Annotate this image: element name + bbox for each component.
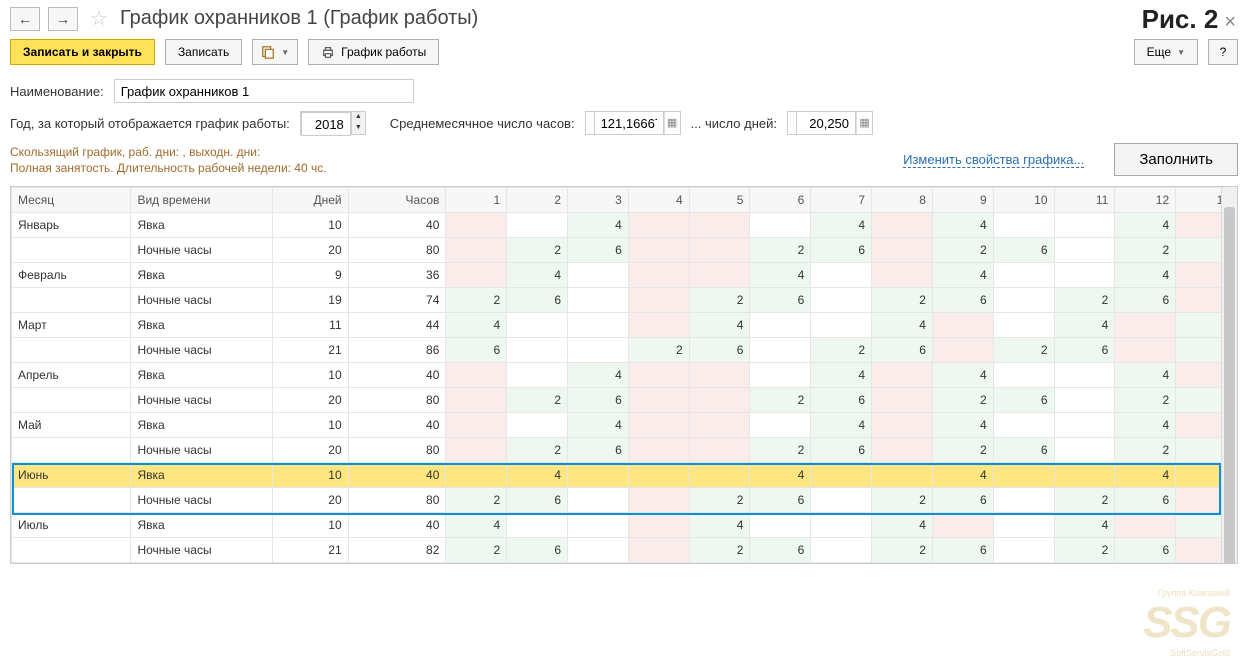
avg-days-input[interactable] (796, 111, 856, 135)
calc-icon[interactable]: ▦ (664, 112, 680, 134)
save-and-close-button[interactable]: Записать и закрыть (10, 39, 155, 65)
figure-label: Рис. 2× (1142, 4, 1236, 35)
year-down[interactable]: ▼ (352, 123, 365, 134)
table-row[interactable]: Ночные часы218662626262 (12, 338, 1237, 363)
schedule-table[interactable]: МесяцВид времениДнейЧасов123456789101112… (11, 187, 1237, 563)
more-button[interactable]: Еще ▼ (1134, 39, 1198, 65)
table-row[interactable]: Ночные часы208026262626 (12, 238, 1237, 263)
year-label: Год, за который отображается график рабо… (10, 116, 290, 131)
table-row[interactable]: ФевральЯвка9364444 (12, 263, 1237, 288)
vertical-scrollbar[interactable] (1221, 187, 1237, 563)
table-row[interactable]: МартЯвка114444444 (12, 313, 1237, 338)
schedule-type-info: Скользящий график, раб. дни: , выходн. д… (10, 144, 327, 160)
year-up[interactable]: ▲ (352, 112, 365, 123)
table-row[interactable]: Ночные часы208026262626 (12, 488, 1237, 513)
table-row[interactable]: АпрельЯвка10404444 (12, 363, 1237, 388)
watermark: Группа Компаний SSG SoftServisGold (1143, 588, 1230, 658)
year-spinner[interactable]: ▲▼ (300, 111, 366, 135)
close-icon[interactable]: × (1224, 11, 1236, 33)
schedule-table-wrap: МесяцВид времениДнейЧасов123456789101112… (10, 186, 1238, 564)
copy-icon (261, 45, 275, 59)
back-button[interactable]: ← (10, 7, 40, 31)
copy-dropdown-button[interactable]: ▼ (252, 39, 298, 65)
name-label: Наименование: (10, 84, 104, 99)
table-row[interactable]: Ночные часы208026262626 (12, 388, 1237, 413)
printer-icon (321, 45, 335, 59)
table-row[interactable]: Ночные часы218226262626 (12, 538, 1237, 563)
fill-button[interactable]: Заполнить (1114, 143, 1238, 176)
year-input[interactable] (301, 112, 351, 136)
table-row[interactable]: Ночные часы208026262626 (12, 438, 1237, 463)
calc-icon-2[interactable]: ▦ (856, 112, 872, 134)
table-row[interactable]: ЯнварьЯвка10404444 (12, 213, 1237, 238)
table-row[interactable]: МайЯвка10404444 (12, 413, 1237, 438)
table-row[interactable]: ИюльЯвка104044444 (12, 513, 1237, 538)
avg-days-label: ... число дней: (691, 116, 777, 131)
table-row[interactable]: ИюньЯвка10404444 (12, 463, 1237, 488)
print-schedule-button[interactable]: График работы (308, 39, 439, 65)
avg-hours-input[interactable] (594, 111, 664, 135)
help-button[interactable]: ? (1208, 39, 1238, 65)
change-schedule-link[interactable]: Изменить свойства графика... (903, 152, 1084, 168)
avg-hours-label: Среднемесячное число часов: (390, 116, 575, 131)
name-input[interactable] (114, 79, 414, 103)
favorite-star-icon[interactable]: ☆ (90, 6, 108, 31)
forward-button[interactable]: → (48, 7, 78, 31)
page-title: График охранников 1 (График работы) (120, 7, 478, 30)
save-button[interactable]: Записать (165, 39, 242, 65)
schedule-hours-info: Полная занятость. Длительность рабочей н… (10, 160, 327, 176)
table-row[interactable]: Ночные часы197426262626 (12, 288, 1237, 313)
